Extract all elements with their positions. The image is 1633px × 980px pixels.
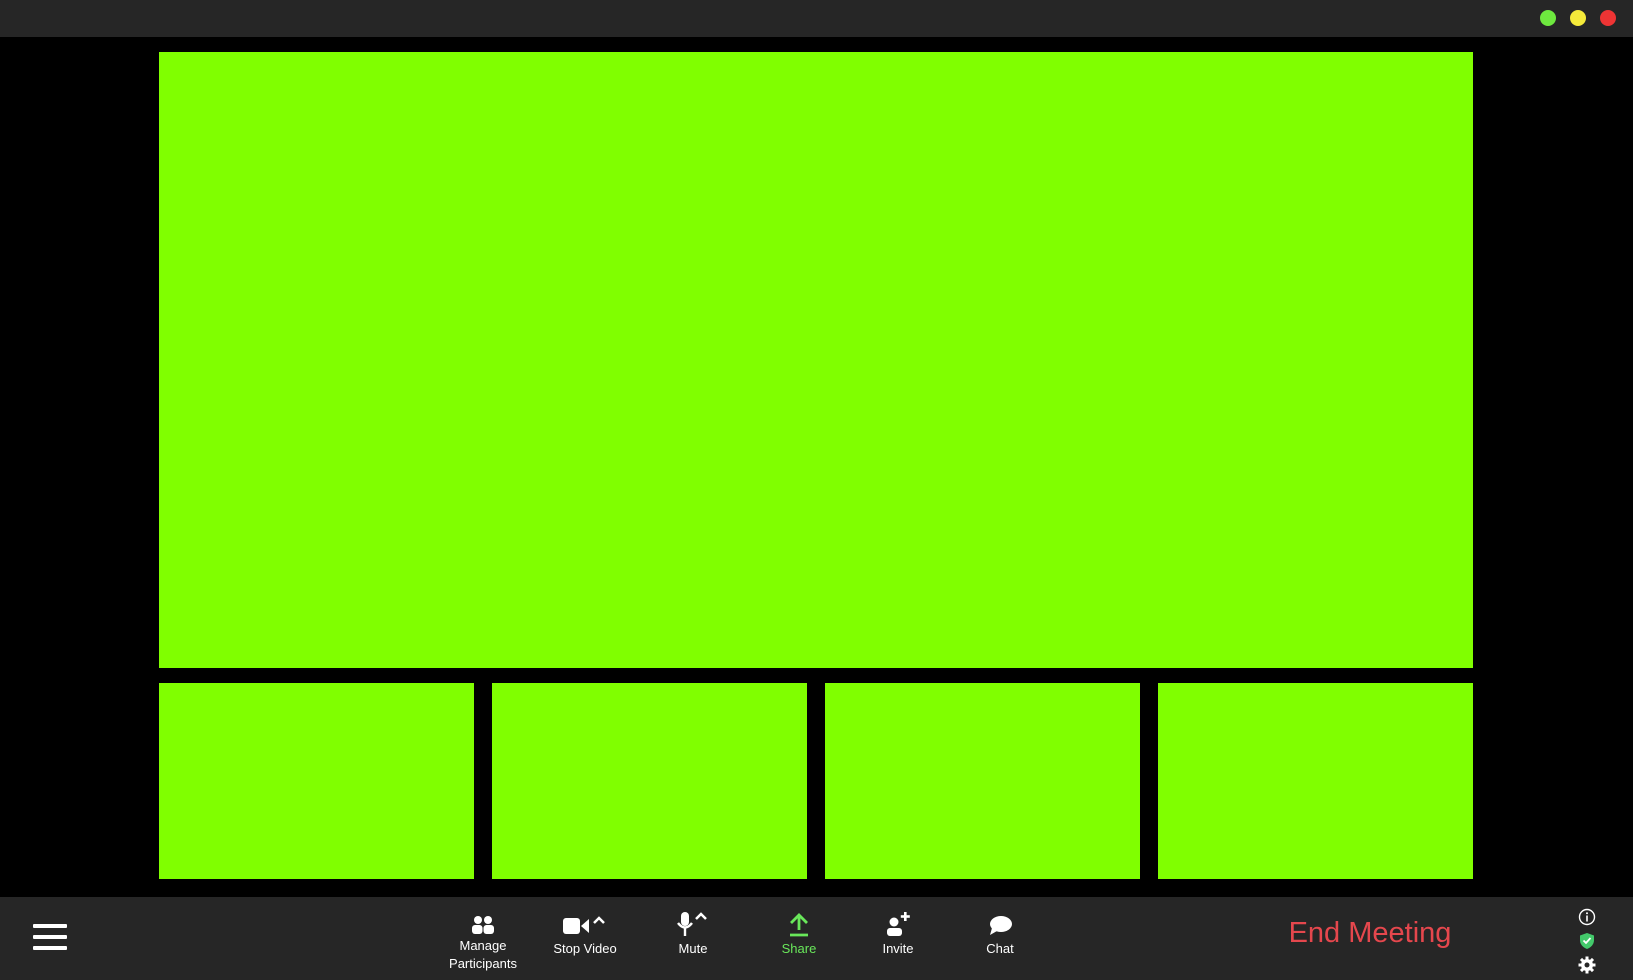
close-window-button[interactable] (1600, 10, 1616, 26)
participant-video-tile[interactable] (159, 683, 474, 879)
manage-participants-label-line2: Participants (449, 956, 517, 971)
chat-label: Chat (986, 941, 1014, 956)
info-icon (1578, 908, 1596, 926)
share-button[interactable]: Share (749, 909, 849, 958)
main-video-tile[interactable] (159, 52, 1473, 668)
security-shield-icon (1580, 933, 1594, 949)
chat-bubble-icon (990, 916, 1012, 935)
share-upload-icon (790, 913, 808, 937)
video-stage (0, 37, 1633, 897)
participant-video-tile[interactable] (825, 683, 1140, 879)
title-bar (0, 0, 1633, 37)
hamburger-menu-icon[interactable] (33, 922, 71, 952)
video-camera-icon (563, 916, 605, 934)
invite-button[interactable]: Invite (848, 909, 948, 958)
add-user-icon (887, 912, 910, 936)
manage-participants-button[interactable]: Manage Participants (433, 913, 533, 973)
stop-video-button[interactable]: Stop Video (535, 909, 635, 958)
chat-button[interactable]: Chat (950, 909, 1050, 958)
mute-label: Mute (678, 941, 708, 956)
minimize-window-button[interactable] (1570, 10, 1586, 26)
end-meeting-button[interactable]: End Meeting (1285, 917, 1455, 950)
maximize-window-button[interactable] (1540, 10, 1556, 26)
participant-video-tile[interactable] (1158, 683, 1473, 879)
settings-gear-icon (1578, 956, 1596, 974)
meeting-toolbar: Manage Participants Stop Video Mute Shar… (0, 897, 1633, 980)
manage-participants-label-line1: Manage (459, 938, 507, 953)
stop-video-label: Stop Video (553, 941, 617, 956)
share-label: Share (781, 941, 817, 956)
invite-label: Invite (882, 941, 914, 956)
security-button[interactable] (1576, 929, 1598, 953)
microphone-icon (677, 912, 707, 936)
participant-video-tile[interactable] (492, 683, 807, 879)
settings-button[interactable] (1576, 953, 1598, 977)
participants-icon (472, 916, 494, 934)
side-icons (1576, 905, 1598, 977)
mute-button[interactable]: Mute (643, 909, 743, 958)
info-button[interactable] (1576, 905, 1598, 929)
